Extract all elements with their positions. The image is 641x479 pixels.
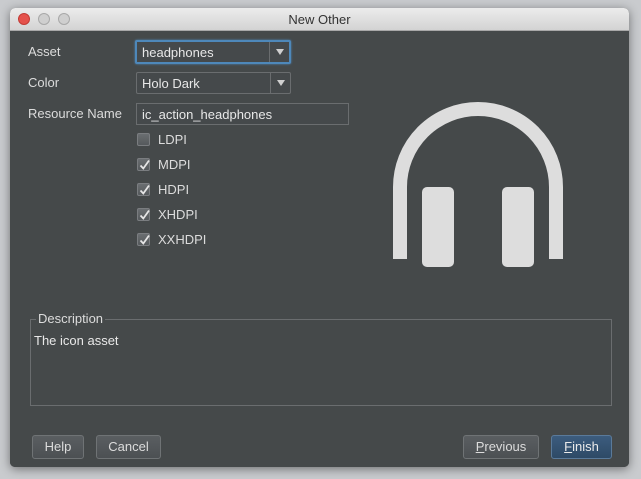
chevron-down-icon: [276, 49, 284, 55]
checkbox-box[interactable]: [137, 183, 150, 196]
color-dropdown-divider: [270, 73, 271, 93]
dialog-content: Asset headphones Color Holo Dark Resourc…: [10, 31, 629, 467]
title-bar[interactable]: New Other: [10, 8, 629, 31]
checkbox-box[interactable]: [137, 233, 150, 246]
checkmark-icon: [139, 159, 150, 170]
checkbox-box[interactable]: [137, 133, 150, 146]
density-label: XHDPI: [158, 207, 198, 222]
asset-preview: [388, 99, 568, 276]
asset-dropdown-divider: [269, 42, 270, 62]
color-dropdown-value: Holo Dark: [142, 76, 200, 91]
color-dropdown[interactable]: Holo Dark: [136, 72, 291, 94]
checkmark-icon: [139, 234, 150, 245]
checkbox-box[interactable]: [137, 208, 150, 221]
checkmark-icon: [139, 184, 150, 195]
finish-label: inish: [572, 439, 599, 454]
resource-name-label: Resource Name: [28, 106, 122, 121]
color-label: Color: [28, 75, 60, 90]
resource-name-input[interactable]: ic_action_headphones: [136, 103, 349, 125]
help-button[interactable]: Help: [32, 435, 84, 459]
description-text: The icon asset: [34, 333, 119, 348]
chevron-down-icon: [277, 80, 285, 86]
density-label: MDPI: [158, 157, 191, 172]
cancel-button[interactable]: Cancel: [96, 435, 161, 459]
description-legend: Description: [36, 311, 106, 326]
previous-button[interactable]: Previous: [463, 435, 539, 459]
asset-label: Asset: [28, 44, 61, 59]
checkbox-box[interactable]: [137, 158, 150, 171]
density-label: LDPI: [158, 132, 187, 147]
finish-button[interactable]: Finish: [551, 435, 612, 459]
window-title: New Other: [288, 12, 351, 27]
checkmark-icon: [139, 209, 150, 220]
previous-label: revious: [484, 439, 527, 454]
finish-mnemonic: F: [564, 439, 573, 454]
density-label: HDPI: [158, 182, 190, 197]
asset-dropdown[interactable]: headphones: [135, 40, 291, 64]
description-group: Description The icon asset: [30, 311, 612, 406]
new-other-dialog: New Other Asset headphones Color Holo Da…: [10, 8, 629, 467]
headphones-icon: [393, 102, 563, 267]
density-label: XXHDPI: [158, 232, 207, 247]
asset-dropdown-value: headphones: [142, 45, 214, 60]
